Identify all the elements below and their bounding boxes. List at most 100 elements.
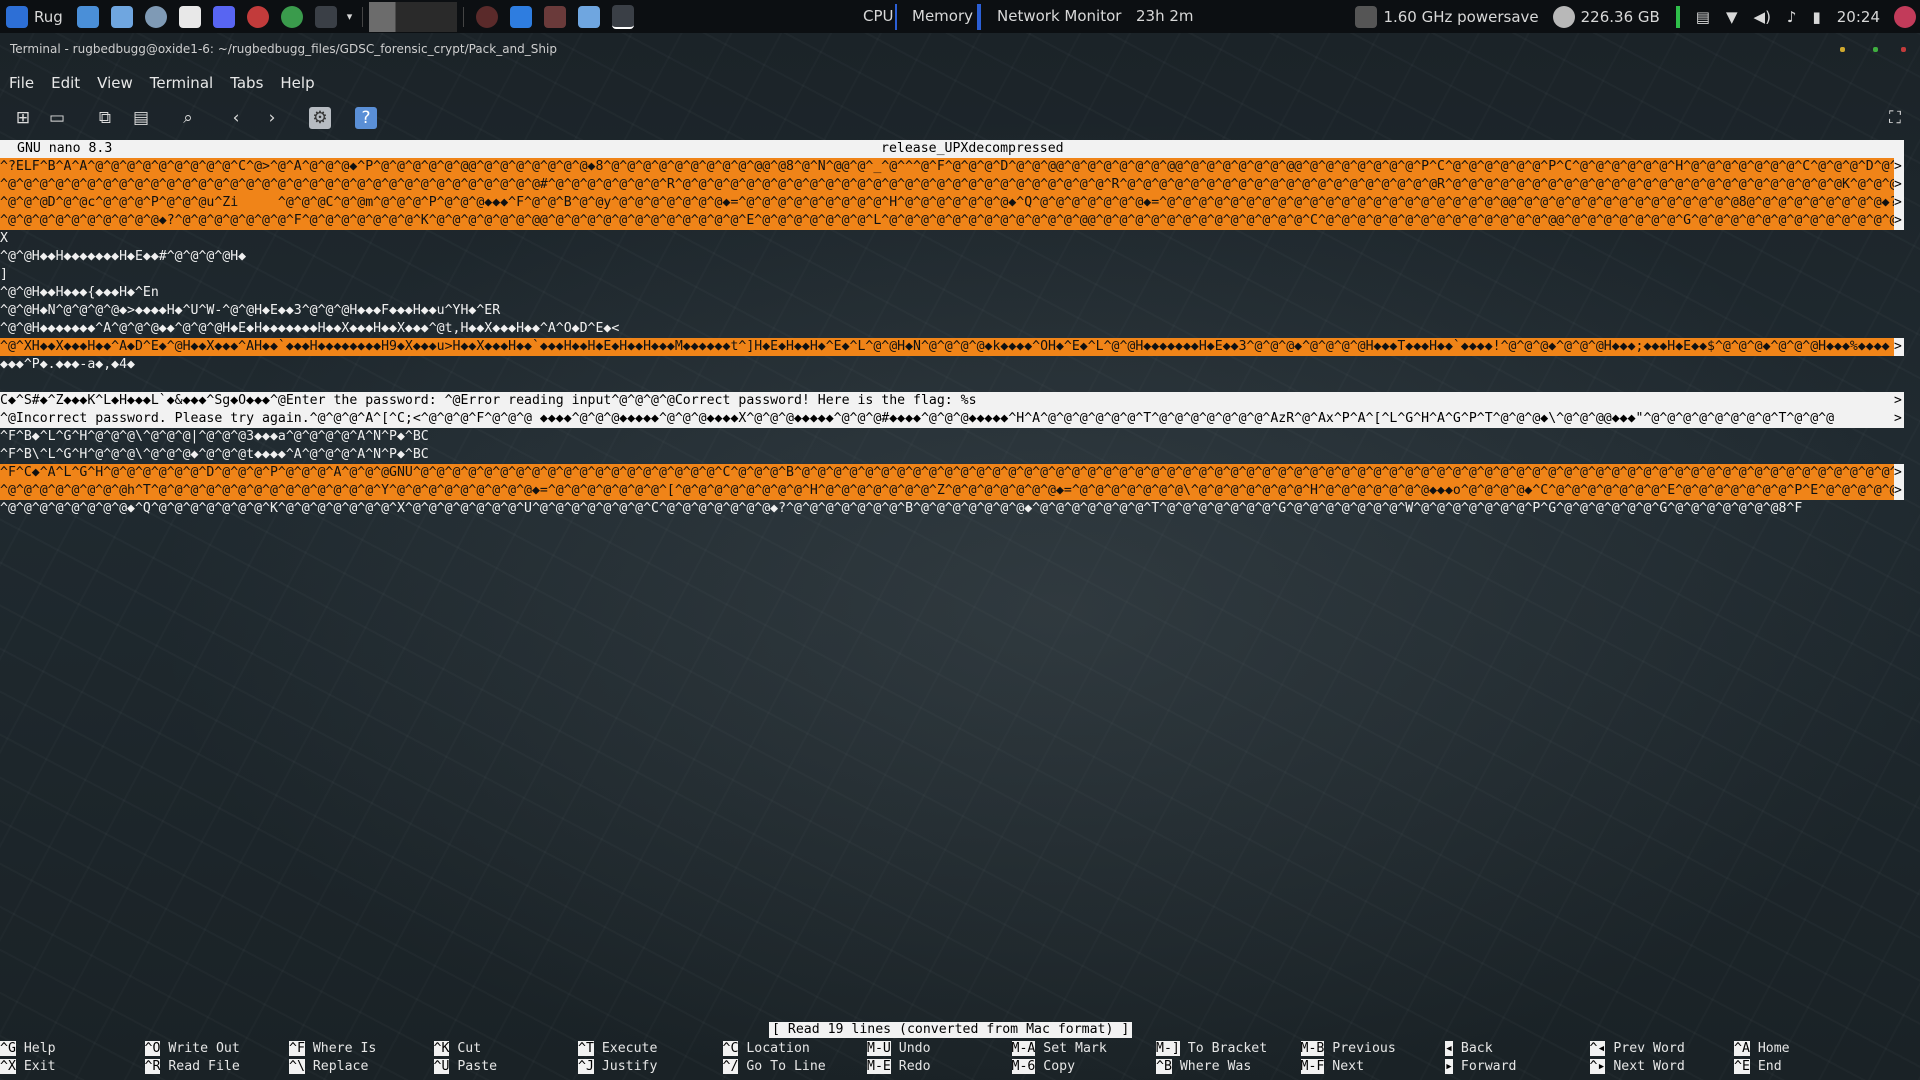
- line-overflow-marker: >: [1894, 338, 1904, 356]
- shortcut-next-word[interactable]: ^▸ Next Word: [1589, 1058, 1685, 1076]
- task-folder-icon[interactable]: [578, 5, 601, 28]
- shortcut-go-to-line[interactable]: ^/ Go To Line: [722, 1058, 826, 1076]
- shortcut-redo[interactable]: M-E Redo: [867, 1058, 931, 1076]
- app-menu-icon[interactable]: [6, 5, 28, 28]
- search-icon[interactable]: ⌕: [177, 107, 199, 129]
- memory-monitor-label[interactable]: Memory: [912, 7, 973, 25]
- shortcut-label: Help: [15, 1041, 56, 1056]
- cpu-frequency-label[interactable]: 1.60 GHz powersave: [1383, 8, 1538, 26]
- notification-bell-icon[interactable]: ♪: [1787, 8, 1797, 26]
- new-window-icon[interactable]: ▭: [46, 107, 68, 129]
- shortcut-cut[interactable]: ^K Cut: [433, 1040, 481, 1058]
- shortcut-key: ^◂: [1589, 1041, 1606, 1056]
- shortcut-label: Read File: [160, 1059, 240, 1074]
- cpu-monitor-label[interactable]: CPU: [863, 7, 894, 25]
- close-button[interactable]: [1901, 47, 1906, 52]
- nano-line: ^@^@H◆◆H◆◆◆◆◆◆◆H◆E◆◆#^@^@^@^@H◆: [0, 249, 247, 264]
- menu-tabs[interactable]: Tabs: [230, 74, 263, 92]
- task-app2-icon[interactable]: [544, 5, 567, 28]
- browser-launcher-icon[interactable]: [246, 5, 269, 28]
- menu-file[interactable]: File: [9, 74, 34, 92]
- line-overflow-marker: >: [1894, 410, 1904, 428]
- line-overflow-marker: >: [1894, 212, 1904, 230]
- uptime-label: 23h 2m: [1136, 7, 1194, 25]
- files-launcher-icon[interactable]: [76, 5, 99, 28]
- shortcut-end[interactable]: ^E End: [1734, 1058, 1782, 1076]
- app-menu-label[interactable]: Rug: [34, 8, 63, 26]
- menu-edit[interactable]: Edit: [51, 74, 80, 92]
- paste-icon[interactable]: ▤: [130, 107, 152, 129]
- network-monitor-label[interactable]: Network Monitor: [997, 7, 1121, 25]
- nano-filename: release_UPXdecompressed: [881, 141, 1064, 156]
- volume-icon[interactable]: ◀): [1754, 8, 1771, 26]
- task-terminal-icon[interactable]: [612, 4, 635, 29]
- terminal-launcher-icon[interactable]: [314, 5, 337, 28]
- preferences-icon[interactable]: ⚙: [309, 107, 331, 129]
- chrome-launcher-icon[interactable]: [280, 5, 303, 28]
- copy-icon[interactable]: ⧉: [94, 107, 116, 129]
- shortcut-label: Exit: [15, 1059, 56, 1074]
- shortcut-replace[interactable]: ^\ Replace: [289, 1058, 368, 1076]
- nano-version: GNU nano 8.3: [17, 141, 113, 156]
- nano-line: ^@^@^@D^@^@c^@^@^@^P^@^@^@u^Zi ^@^@^@C^@…: [0, 194, 1894, 212]
- files-alt-launcher-icon[interactable]: [110, 5, 133, 28]
- shortcut-label: Where Is: [304, 1041, 377, 1056]
- shortcut-to-bracket[interactable]: M-] To Bracket: [1156, 1040, 1267, 1058]
- line-overflow-marker: >: [1894, 176, 1904, 194]
- nano-line: ^@^@H◆◆H◆◆◆{◆◆◆H◆^En: [0, 285, 159, 300]
- minimize-button[interactable]: [1840, 47, 1845, 52]
- wifi-icon[interactable]: ▼: [1726, 8, 1738, 26]
- power-icon[interactable]: [1894, 5, 1916, 28]
- battery-icon[interactable]: ▮: [1813, 8, 1821, 26]
- discord-launcher-icon[interactable]: [212, 5, 235, 28]
- shortcut-previous[interactable]: M-B Previous: [1300, 1040, 1396, 1058]
- top-panel: Rug ▾ CPU Memory Network Monitor 23h 2m …: [0, 0, 1920, 33]
- workspace-switcher[interactable]: [369, 1, 458, 32]
- next-icon[interactable]: ›: [261, 107, 283, 129]
- task-music-icon[interactable]: [510, 5, 533, 28]
- shortcut-label: Execute: [593, 1041, 658, 1056]
- nano-line: ^@Incorrect password. Please try again.^…: [0, 410, 1894, 428]
- clipboard-icon[interactable]: ▤: [1696, 8, 1710, 26]
- shortcut-help[interactable]: ^G Help: [0, 1040, 56, 1058]
- menu-view[interactable]: View: [97, 74, 133, 92]
- shortcut-location[interactable]: ^C Location: [722, 1040, 810, 1058]
- new-tab-icon[interactable]: ⊞: [12, 107, 34, 129]
- shortcut-back[interactable]: ◂ Back: [1445, 1040, 1493, 1058]
- shortcut-home[interactable]: ^A Home: [1734, 1040, 1790, 1058]
- menu-terminal[interactable]: Terminal: [150, 74, 213, 92]
- shortcut-read-file[interactable]: ^R Read File: [144, 1058, 240, 1076]
- nano-status: [ Read 19 lines (converted from Mac form…: [769, 1022, 1133, 1038]
- previous-icon[interactable]: ‹: [225, 107, 247, 129]
- shortcut-prev-word[interactable]: ^◂ Prev Word: [1589, 1040, 1685, 1058]
- task-app-icon[interactable]: [476, 5, 499, 28]
- cpufreq-icon[interactable]: [1355, 5, 1378, 28]
- editor-launcher-icon[interactable]: [178, 5, 201, 28]
- shortcut-paste[interactable]: ^U Paste: [433, 1058, 497, 1076]
- shortcut-copy[interactable]: M-6 Copy: [1011, 1058, 1075, 1076]
- shortcut-execute[interactable]: ^T Execute: [578, 1040, 657, 1058]
- disk-icon[interactable]: [1552, 5, 1575, 28]
- shortcut-set-mark[interactable]: M-A Set Mark: [1011, 1040, 1107, 1058]
- shortcut-key: M-F: [1300, 1059, 1325, 1074]
- shortcut-key: ^C: [722, 1041, 739, 1056]
- shortcut-forward[interactable]: ▸ Forward: [1445, 1058, 1516, 1076]
- chevron-down-icon[interactable]: ▾: [347, 10, 353, 23]
- shortcut-where-was[interactable]: ^B Where Was: [1156, 1058, 1251, 1076]
- fullscreen-icon[interactable]: ⛶: [1884, 107, 1906, 129]
- shortcut-justify[interactable]: ^J Justify: [578, 1058, 657, 1076]
- shortcut-where-is[interactable]: ^F Where Is: [289, 1040, 376, 1058]
- maximize-button[interactable]: [1873, 47, 1878, 52]
- shortcut-key: M-E: [867, 1059, 891, 1074]
- clock[interactable]: 20:24: [1837, 8, 1880, 26]
- shortcut-undo[interactable]: M-U Undo: [867, 1040, 931, 1058]
- screenshot-launcher-icon[interactable]: [144, 5, 167, 28]
- shortcut-exit[interactable]: ^X Exit: [0, 1058, 56, 1076]
- disk-free-label[interactable]: 226.36 GB: [1581, 8, 1660, 26]
- shortcut-write-out[interactable]: ^O Write Out: [144, 1040, 240, 1058]
- help-icon[interactable]: ?: [355, 107, 377, 129]
- shortcut-next[interactable]: M-F Next: [1300, 1058, 1364, 1076]
- shortcut-key: ^O: [144, 1041, 161, 1056]
- window-titlebar[interactable]: Terminal - rugbedbugg@oxide1-6: ~/rugbed…: [0, 33, 1920, 65]
- menu-help[interactable]: Help: [280, 74, 314, 92]
